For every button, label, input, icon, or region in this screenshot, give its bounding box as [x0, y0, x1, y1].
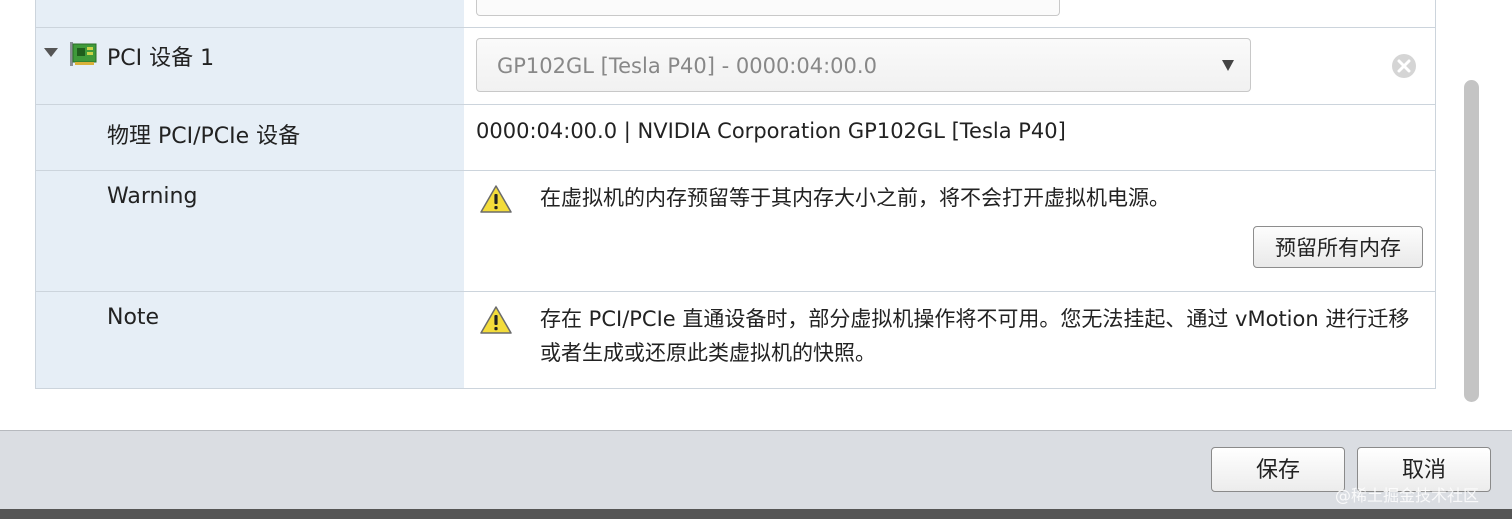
- note-label: Note: [107, 305, 160, 330]
- warning-message: 在虚拟机的内存预留等于其内存大小之前，将不会打开虚拟机电源。: [540, 186, 1170, 210]
- warning-triangle-icon: [480, 306, 512, 334]
- physical-pci-device-label: 物理 PCI/PCIe 设备: [107, 124, 301, 149]
- warning-label: Warning: [107, 184, 198, 209]
- pci-device-selected-value: GP102GL [Tesla P40] - 0000:04:00.0: [497, 54, 877, 78]
- label-column: [36, 0, 464, 388]
- save-button[interactable]: 保存: [1211, 447, 1345, 492]
- warning-triangle-icon: [480, 185, 512, 213]
- watermark-text: @稀土掘金技术社区: [1335, 486, 1480, 505]
- previous-row-input[interactable]: [476, 0, 1060, 16]
- reserve-all-memory-button[interactable]: 预留所有内存: [1253, 226, 1423, 268]
- row-divider: [36, 291, 1436, 292]
- physical-pci-device-value: 0000:04:00.0 | NVIDIA Corporation GP102G…: [476, 119, 1066, 143]
- pci-device-settings-table: PCI 设备 1 GP102GL [Tesla P40] - 0000:04:0…: [35, 0, 1436, 389]
- note-message: 存在 PCI/PCIe 直通设备时，部分虚拟机操作将不可用。您无法挂起、通过 v…: [540, 307, 1410, 365]
- vertical-scrollbar-thumb[interactable]: [1464, 80, 1479, 402]
- remove-circle-icon[interactable]: [1390, 52, 1418, 80]
- pci-card-icon: [70, 42, 97, 66]
- row-divider: [36, 27, 1436, 28]
- chevron-down-icon[interactable]: [44, 48, 58, 57]
- row-divider: [36, 104, 1436, 105]
- vm-settings-panel: PCI 设备 1 GP102GL [Tesla P40] - 0000:04:0…: [0, 0, 1512, 430]
- pci-device-select[interactable]: GP102GL [Tesla P40] - 0000:04:00.0: [476, 38, 1251, 92]
- row-divider: [36, 170, 1436, 171]
- footer-bottom-edge: [0, 509, 1512, 519]
- pci-device-row-label: PCI 设备 1: [107, 46, 215, 71]
- dropdown-arrow-icon[interactable]: [1222, 60, 1234, 71]
